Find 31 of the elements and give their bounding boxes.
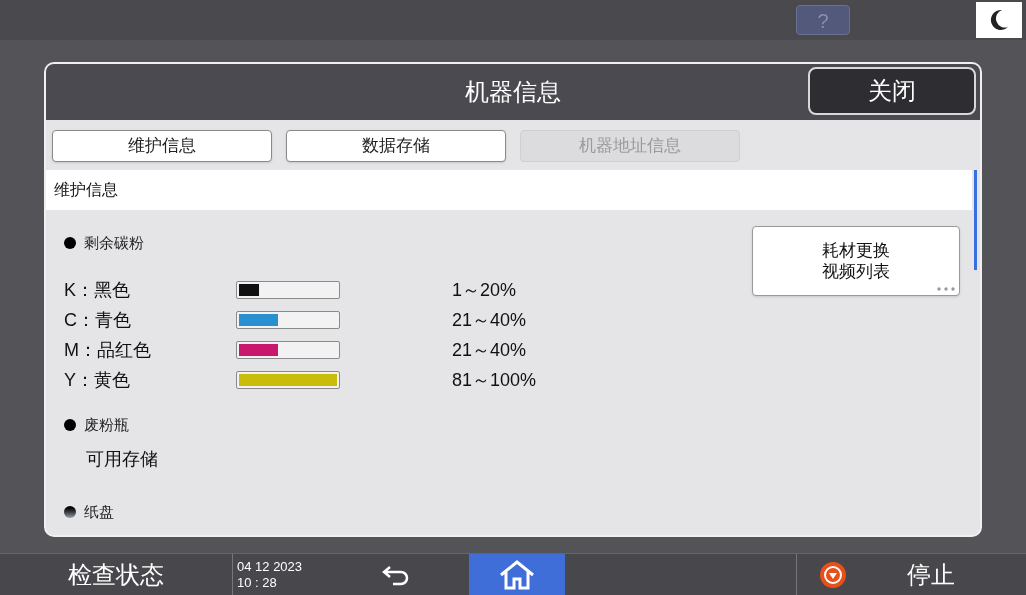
section-heading: 废粉瓶 xyxy=(84,414,129,435)
toner-label: K：黑色 xyxy=(64,278,131,302)
waste-status: 可用存储 xyxy=(86,448,159,471)
home-button[interactable] xyxy=(469,554,565,595)
time-text: 10 : 28 xyxy=(237,574,278,591)
night-mode-button[interactable] xyxy=(976,2,1022,38)
toner-label: Y：黄色 xyxy=(64,368,131,392)
date-text: 04 12 2023 xyxy=(237,558,304,575)
bullet-icon xyxy=(64,418,76,431)
stop-icon xyxy=(819,560,847,589)
close-button[interactable]: 关闭 xyxy=(808,67,976,115)
video-list-button[interactable]: 耗材更换 视频列表 xyxy=(752,226,960,296)
dialog-title: 机器信息 xyxy=(465,77,561,107)
toner-reading: 81～100% xyxy=(452,368,537,392)
toner-label: C：青色 xyxy=(64,308,132,332)
more-icon xyxy=(937,287,955,291)
toner-reading: 21～40% xyxy=(452,308,527,332)
moon-icon xyxy=(989,9,1009,31)
check-status-button[interactable]: 检查状态 xyxy=(0,554,233,595)
tab[interactable]: 数据存储 xyxy=(286,130,506,162)
section-heading: 剩余碳粉 xyxy=(84,233,144,253)
home-icon xyxy=(499,559,535,590)
section-heading: 纸盘 xyxy=(84,502,114,522)
toner-reading: 1～20% xyxy=(452,278,517,302)
toner-reading: 21～40% xyxy=(452,338,527,362)
section-title: 维护信息 xyxy=(46,170,972,210)
toner-label: M：品红色 xyxy=(64,338,152,362)
bullet-icon xyxy=(64,237,76,250)
stop-button[interactable]: 停止 xyxy=(796,554,1026,595)
tab[interactable]: 维护信息 xyxy=(52,130,272,162)
bullet-icon xyxy=(64,506,76,519)
